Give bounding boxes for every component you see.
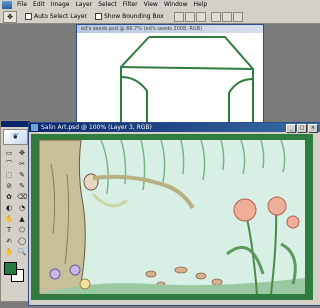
auto-select-option[interactable]: Auto Select Layer — [25, 13, 87, 20]
menu-filter[interactable]: Filter — [120, 0, 141, 10]
healing-tool-icon[interactable]: ⊘ — [3, 181, 15, 191]
photoshop-feather-icon[interactable]: ❦ — [3, 129, 28, 145]
menu-image[interactable]: Image — [48, 0, 73, 10]
minimize-button[interactable]: _ — [286, 124, 296, 133]
align-buttons — [173, 11, 244, 22]
close-button[interactable]: × — [308, 124, 318, 133]
tools-palette: ❦ ▭ ✥ ⌒ ✂ ⬚ ✎ ⊘ ✎ ✿ ⌫ ◐ ◔ ✋ ▲ T ⬠ ✍ ◯ ✋ … — [0, 120, 31, 302]
menu-edit[interactable]: Edit — [30, 0, 48, 10]
forest-illustration — [38, 139, 305, 295]
document-back-title[interactable]: ed's seeds.psd @ 66.7% (ed's seeds 2008,… — [77, 25, 263, 33]
menu-file[interactable]: File — [14, 0, 30, 10]
tools-palette-titlebar[interactable] — [1, 121, 30, 127]
shape-tool-icon[interactable]: ⬠ — [16, 225, 28, 235]
eyedropper-tool-icon[interactable]: ◯ — [16, 236, 28, 246]
zoom-tool-icon[interactable]: 🔍 — [16, 247, 28, 257]
align-bottom-icon[interactable] — [195, 11, 206, 22]
stamp-tool-icon[interactable]: ✿ — [3, 192, 15, 202]
artwork-canvas[interactable] — [31, 134, 313, 300]
document-front-title: Salin Art.psd @ 100% (Layer 3, RGB) — [41, 124, 152, 131]
bounding-box-label: Show Bounding Box — [103, 13, 164, 20]
window-controls: _ □ × — [285, 124, 318, 133]
options-bar: ✥ Auto Select Layer Show Bounding Box — [0, 10, 320, 24]
align-left-icon[interactable] — [210, 11, 221, 22]
foreground-color-swatch[interactable] — [4, 262, 17, 275]
bounding-box-checkbox[interactable] — [94, 13, 102, 20]
menu-help[interactable]: Help — [191, 0, 211, 10]
brush-tool-icon[interactable]: ✎ — [16, 170, 28, 180]
menu-window[interactable]: Window — [161, 0, 191, 10]
color-swatches — [1, 260, 30, 282]
move-tool-icon[interactable]: ✥ — [3, 10, 17, 23]
menu-view[interactable]: View — [141, 0, 161, 10]
eraser-tool-icon[interactable]: ⌫ — [16, 192, 28, 202]
bounding-box-option[interactable]: Show Bounding Box — [94, 13, 164, 20]
document-front-titlebar[interactable]: Salin Art.psd @ 100% (Layer 3, RGB) _ □ … — [29, 123, 320, 133]
pen-tool-icon[interactable]: ▲ — [16, 214, 28, 224]
menu-layer[interactable]: Layer — [72, 0, 95, 10]
marquee-tool-icon[interactable]: ▭ — [3, 148, 15, 158]
align-right-icon[interactable] — [232, 11, 243, 22]
tool-grid: ▭ ✥ ⌒ ✂ ⬚ ✎ ⊘ ✎ ✿ ⌫ ◐ ◔ ✋ ▲ T ⬠ ✍ ◯ ✋ 🔍 — [1, 147, 30, 258]
lasso-tool-icon[interactable]: ⌒ — [3, 159, 15, 169]
maximize-button[interactable]: □ — [297, 124, 307, 133]
align-middle-icon[interactable] — [184, 11, 195, 22]
gradient-tool-icon[interactable]: ◐ — [3, 203, 15, 213]
align-center-icon[interactable] — [221, 11, 232, 22]
path-select-tool-icon[interactable]: ✋ — [3, 214, 15, 224]
auto-select-checkbox[interactable] — [25, 13, 32, 20]
app-logo-icon — [2, 1, 12, 9]
auto-select-label: Auto Select Layer — [34, 13, 87, 20]
hand-tool-icon[interactable]: ✋ — [3, 247, 15, 257]
type-tool-icon[interactable]: T — [3, 225, 15, 235]
document-window-front[interactable]: Salin Art.psd @ 100% (Layer 3, RGB) _ □ … — [28, 122, 320, 306]
slice-tool-icon[interactable]: ⬚ — [3, 170, 15, 180]
pencil-tool-icon[interactable]: ✎ — [16, 181, 28, 191]
menu-select[interactable]: Select — [95, 0, 120, 10]
align-top-icon[interactable] — [173, 11, 184, 22]
document-window-back[interactable]: ed's seeds.psd @ 66.7% (ed's seeds 2008,… — [76, 24, 264, 138]
move-tool-icon[interactable]: ✥ — [16, 148, 28, 158]
crop-tool-icon[interactable]: ✂ — [16, 159, 28, 169]
notes-tool-icon[interactable]: ✍ — [3, 236, 15, 246]
dodge-tool-icon[interactable]: ◔ — [16, 203, 28, 213]
document-icon — [31, 124, 38, 131]
